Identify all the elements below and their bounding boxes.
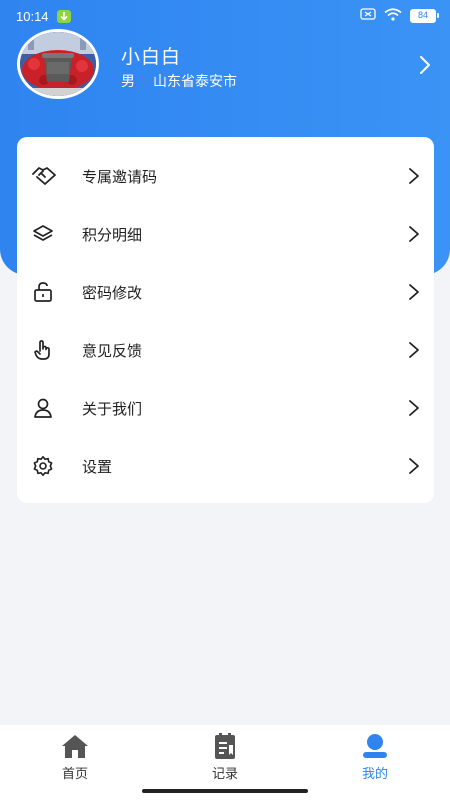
tab-label-home: 首页 — [61, 767, 88, 782]
menu-label-points-detail: 积分明细 — [82, 225, 143, 244]
menu-label-about-us: 关于我们 — [82, 399, 143, 418]
avatar-photo — [20, 32, 96, 96]
status-time: 10:14 — [16, 9, 49, 24]
menu-card: 专属邀请码 积分明细 密码修改 意见反馈 关于我们 设置 — [17, 137, 434, 503]
home-icon — [60, 733, 90, 759]
tab-mine[interactable]: 我的 — [300, 725, 450, 785]
tab-home[interactable]: 首页 — [0, 725, 150, 785]
profile-chevron-right-icon[interactable] — [417, 55, 433, 75]
status-bar: 10:14 84 — [0, 0, 450, 32]
profile-icon — [360, 733, 390, 759]
menu-item-points-detail[interactable]: 积分明细 — [17, 205, 434, 263]
chevron-right-icon — [408, 457, 420, 475]
chevron-right-icon — [408, 283, 420, 301]
avatar[interactable] — [17, 29, 99, 99]
user-location: 山东省泰安市 — [153, 74, 237, 90]
menu-item-change-password[interactable]: 密码修改 — [17, 263, 434, 321]
menu-item-invite-code[interactable]: 专属邀请码 — [17, 147, 434, 205]
menu-item-settings[interactable]: 设置 — [17, 437, 434, 495]
record-icon — [210, 733, 240, 759]
chevron-right-icon — [408, 167, 420, 185]
menu-item-feedback[interactable]: 意见反馈 — [17, 321, 434, 379]
unlock-icon — [32, 281, 54, 303]
download-notification-icon — [57, 10, 71, 23]
menu-label-change-password: 密码修改 — [82, 283, 143, 302]
home-indicator[interactable] — [142, 789, 308, 793]
touch-icon — [32, 339, 54, 361]
battery-indicator: 84 — [410, 9, 439, 23]
tab-records[interactable]: 记录 — [150, 725, 300, 785]
chevron-right-icon — [408, 341, 420, 359]
gear-icon — [32, 455, 54, 477]
menu-item-about-us[interactable]: 关于我们 — [17, 379, 434, 437]
layers-icon — [32, 223, 54, 245]
menu-label-invite-code: 专属邀请码 — [82, 167, 158, 186]
handshake-icon — [32, 165, 56, 187]
user-name: 小白白 — [121, 46, 182, 68]
chevron-right-icon — [408, 225, 420, 243]
tab-label-records: 记录 — [211, 767, 238, 782]
chevron-right-icon — [408, 399, 420, 417]
user-info: 男 山东省泰安市 — [121, 71, 237, 91]
wifi-icon — [384, 7, 402, 25]
sim-icon — [360, 8, 376, 24]
user-icon — [32, 397, 54, 419]
menu-label-settings: 设置 — [82, 457, 113, 476]
user-gender: 男 — [121, 74, 135, 90]
tab-label-mine: 我的 — [361, 767, 388, 782]
menu-label-feedback: 意见反馈 — [82, 341, 143, 360]
